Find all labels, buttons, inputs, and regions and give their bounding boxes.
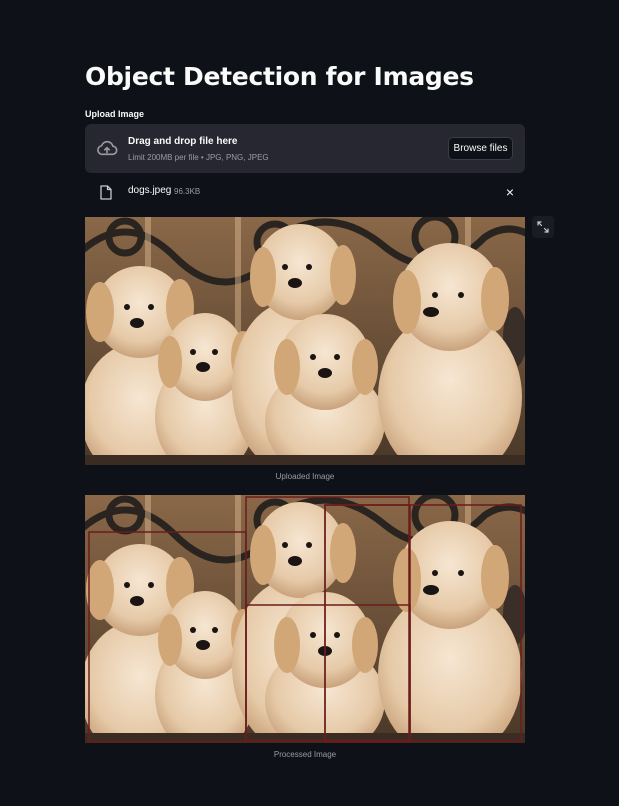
page-title: Object Detection for Images [85, 62, 474, 91]
processed-image [85, 495, 525, 743]
cloud-upload-icon [97, 140, 118, 156]
file-icon [100, 185, 112, 200]
close-icon[interactable]: × [503, 185, 517, 199]
file-size: 96.3KB [174, 187, 201, 196]
dropzone-limit: Limit 200MB per file • JPG, PNG, JPEG [128, 153, 269, 162]
file-name: dogs.jpeg [128, 185, 172, 196]
browse-files-button[interactable]: Browse files [448, 137, 513, 160]
file-dropzone[interactable]: Drag and drop file here Limit 200MB per … [85, 124, 525, 173]
uploaded-file-row: dogs.jpeg 96.3KB × [85, 182, 525, 204]
uploaded-image-caption: Uploaded Image [275, 472, 335, 481]
upload-label: Upload Image [85, 109, 145, 119]
dropzone-instructions: Drag and drop file here [128, 136, 238, 147]
processed-image-caption: Processed Image [273, 750, 337, 759]
fullscreen-icon[interactable] [532, 216, 554, 238]
uploaded-image [85, 217, 525, 465]
